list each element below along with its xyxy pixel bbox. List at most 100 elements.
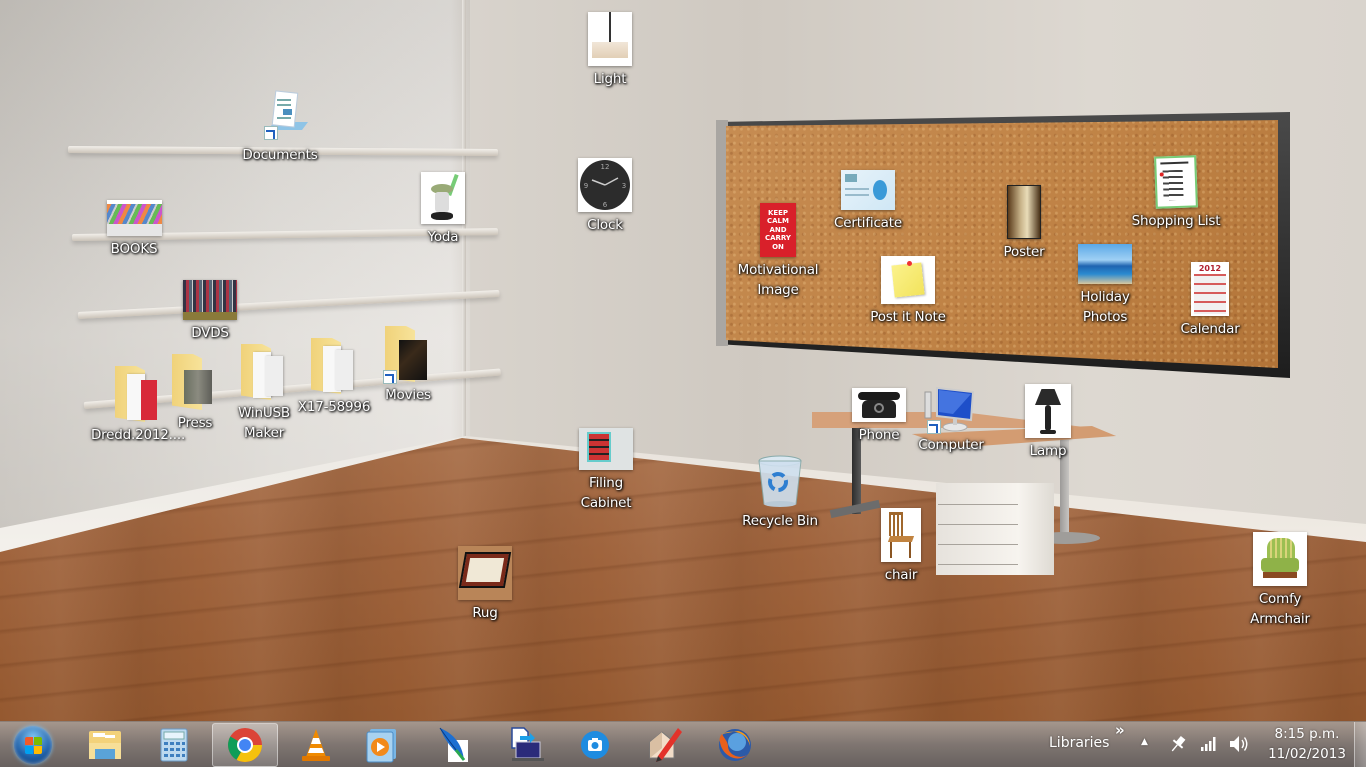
icon-label: Calendar: [1180, 321, 1240, 337]
sticky-note-icon: [881, 256, 935, 304]
desktop-icon-light[interactable]: Light: [568, 12, 652, 89]
folder-icon: [172, 354, 218, 410]
icon-label: Holiday Photos: [1080, 289, 1130, 325]
desktop-icon-rug[interactable]: Rug: [443, 546, 527, 623]
libraries-toolbar[interactable]: Libraries: [1049, 735, 1109, 751]
desktop-icon-chair[interactable]: chair: [859, 508, 943, 585]
feather-quill-icon: [439, 727, 468, 762]
desktop-icon-lamp[interactable]: Lamp: [1006, 384, 1090, 461]
desktop-icon-recycle-bin[interactable]: Recycle Bin: [735, 454, 825, 531]
taskbar-windows-media-player[interactable]: [348, 723, 414, 767]
desktop-icon-holiday-photos[interactable]: Holiday Photos: [1063, 244, 1147, 327]
taskbar-feather-app[interactable]: [420, 723, 486, 767]
holiday-photo-icon: [1078, 244, 1132, 284]
yoda-figure-icon: [421, 172, 465, 224]
icon-label: WinUSB Maker: [238, 405, 290, 441]
desktop-icon-yoda[interactable]: Yoda: [401, 172, 485, 247]
volume-speaker-icon[interactable]: [1228, 734, 1250, 754]
icon-label: X17-58996: [297, 399, 371, 415]
icon-label: chair: [884, 567, 918, 583]
desktop-icon-clock[interactable]: 12 3 6 9 Clock: [563, 158, 647, 235]
shopping-list-icon: [1154, 155, 1198, 209]
wooden-chair-icon: [881, 508, 921, 562]
icon-label: Yoda: [427, 229, 459, 245]
shortcut-arrow-icon: [264, 126, 278, 140]
icon-label: Clock: [587, 217, 623, 233]
media-player-icon: [366, 729, 396, 763]
dvds-thumbnail-icon: [183, 280, 237, 320]
poster-text: KEEP CALM AND CARRY ON: [764, 208, 792, 251]
icon-label: Documents: [242, 147, 318, 163]
calendar-icon: 2012: [1191, 262, 1229, 316]
icon-label: Press: [177, 415, 213, 431]
icon-label: Movies: [385, 387, 431, 403]
icon-label: Certificate: [834, 215, 902, 231]
clock-date: 11/02/2013: [1268, 746, 1346, 762]
icon-label: Poster: [1003, 244, 1045, 260]
desktop-icon-movies[interactable]: Movies: [366, 326, 450, 405]
show-desktop-button[interactable]: [1354, 722, 1366, 767]
icon-label: Computer: [918, 437, 984, 453]
sketchup-pencil-house-icon: [649, 728, 682, 762]
desktop-icon-certificate[interactable]: Certificate: [826, 170, 910, 233]
firefox-icon: [719, 729, 751, 761]
keep-calm-poster-icon: KEEP CALM AND CARRY ON: [760, 203, 796, 257]
folder-icon: [241, 344, 287, 400]
desktop-icon-comfy-armchair[interactable]: Comfy Armchair: [1238, 532, 1322, 629]
filing-cabinet-icon: [579, 428, 633, 470]
taskbar-sketchup[interactable]: [632, 723, 698, 767]
table-lamp-icon: [1025, 384, 1071, 438]
shortcut-arrow-icon: [383, 370, 397, 384]
taskbar-vlc-media-player[interactable]: [283, 723, 349, 767]
svg-text:3: 3: [622, 182, 626, 190]
armchair-icon: [1253, 532, 1307, 586]
icon-label: Light: [593, 71, 627, 87]
desktop-icon-calendar[interactable]: 2012 Calendar: [1168, 262, 1252, 339]
desktop[interactable]: Documents BOOKS Yoda DVDS Dredd.2012....: [0, 0, 1366, 721]
icon-label: BOOKS: [110, 241, 158, 257]
icon-label: Lamp: [1029, 443, 1067, 459]
recycle-bin-icon: [756, 454, 804, 508]
windows-start-orb-icon: [14, 726, 52, 764]
icon-label: Comfy Armchair: [1250, 591, 1310, 627]
desktop-icon-dvds[interactable]: DVDS: [168, 280, 252, 343]
svg-text:6: 6: [603, 201, 608, 209]
wall-clock-icon: 12 3 6 9: [578, 158, 632, 212]
taskbar-snipping-camera[interactable]: [562, 723, 628, 767]
start-button[interactable]: [10, 725, 56, 765]
desktop-icon-shopping-list[interactable]: Shopping List: [1126, 155, 1226, 231]
rug-icon: [458, 546, 512, 600]
vlc-cone-icon: [302, 729, 330, 761]
poster-icon: [1007, 185, 1041, 239]
shortcut-arrow-icon: [927, 420, 941, 434]
desktop-icon-x17-58996-folder[interactable]: X17-58996: [290, 338, 378, 417]
icon-label: Shopping List: [1131, 213, 1221, 229]
taskbar-firefox[interactable]: [702, 723, 768, 767]
icon-label: DVDS: [191, 325, 229, 341]
desktop-icon-poster[interactable]: Poster: [982, 185, 1066, 262]
desktop-icon-documents[interactable]: Documents: [238, 90, 322, 165]
desk-pedestal-drawers: [936, 483, 1054, 575]
computer-monitor-icon: [923, 384, 979, 434]
desktop-icon-motivational-image[interactable]: KEEP CALM AND CARRY ON Motivational Imag…: [728, 203, 828, 300]
toolbar-chevron-icon[interactable]: »: [1115, 721, 1125, 739]
icon-label: Post it Note: [870, 309, 946, 325]
taskbar-remote-desktop[interactable]: [491, 723, 557, 767]
show-hidden-icons-button[interactable]: ▲: [1141, 737, 1148, 747]
desktop-icon-filing-cabinet[interactable]: Filing Cabinet: [564, 428, 648, 513]
pin-icon[interactable]: [1168, 734, 1188, 754]
google-chrome-icon: [228, 728, 262, 762]
folder-icon: [311, 338, 357, 394]
camera-icon: [581, 731, 609, 759]
taskbar-google-chrome[interactable]: [212, 723, 278, 767]
system-clock[interactable]: 8:15 p.m. 11/02/2013: [1262, 724, 1352, 764]
desktop-icon-post-it-note[interactable]: Post it Note: [862, 256, 954, 327]
icon-label: Recycle Bin: [742, 513, 818, 529]
calculator-icon: [160, 728, 188, 762]
svg-text:9: 9: [584, 182, 588, 190]
taskbar-windows-explorer[interactable]: [72, 723, 138, 767]
desktop-icon-books[interactable]: BOOKS: [92, 200, 176, 259]
network-signal-icon[interactable]: [1200, 736, 1218, 752]
taskbar-calculator[interactable]: [141, 723, 207, 767]
desktop-icon-computer[interactable]: Computer: [909, 384, 993, 455]
